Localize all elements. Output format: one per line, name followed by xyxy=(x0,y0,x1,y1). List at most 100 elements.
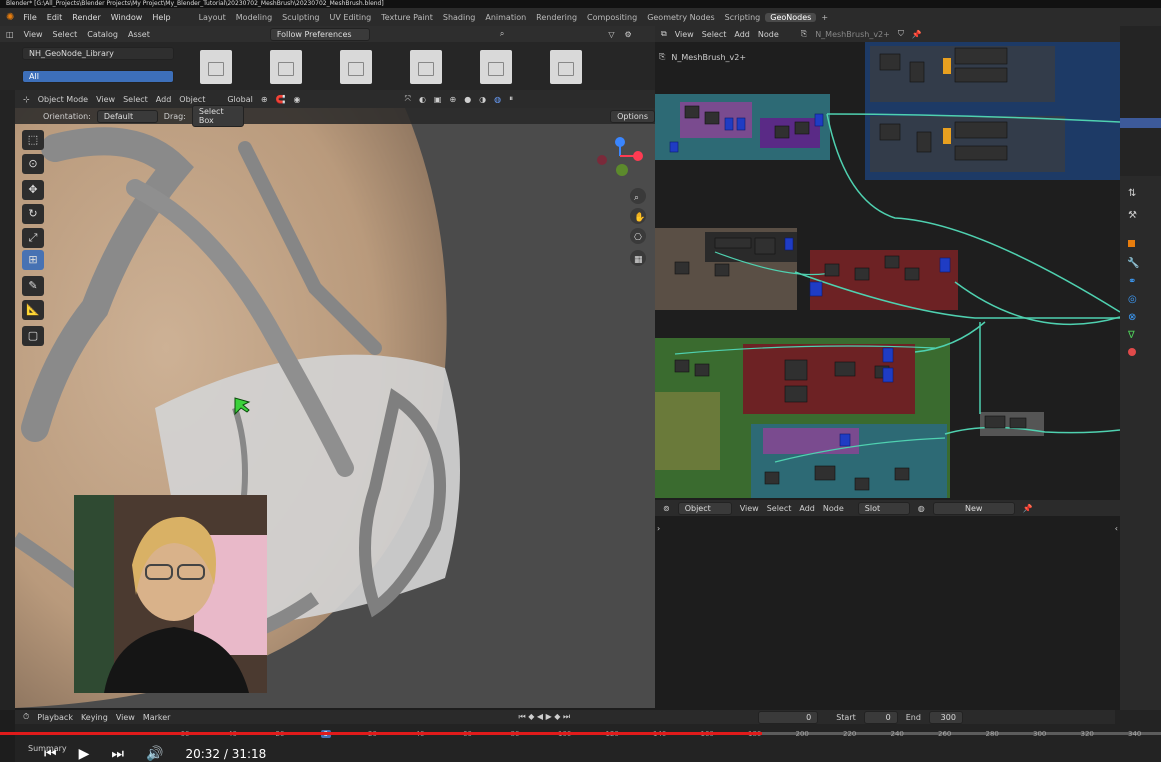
play-icon[interactable]: ▶ xyxy=(79,746,90,762)
node-editor-canvas[interactable]: ⎘ N_MeshBrush_v2+ xyxy=(655,42,1120,500)
menu-window[interactable]: Window xyxy=(106,13,148,22)
shader-menu-add[interactable]: Add xyxy=(799,504,815,513)
tab-animation[interactable]: Animation xyxy=(480,13,531,22)
timeline-menu-view[interactable]: View xyxy=(116,713,135,722)
volume-icon[interactable]: 🔊 xyxy=(146,746,163,762)
asset-thumbnail[interactable] xyxy=(200,50,232,84)
material-icon[interactable]: ◍ xyxy=(918,504,925,513)
shader-menu-node[interactable]: Node xyxy=(823,504,844,513)
tab-sculpting[interactable]: Sculpting xyxy=(277,13,324,22)
object-mode-dropdown[interactable]: Object Mode xyxy=(38,95,88,104)
shading-solid-icon[interactable]: ● xyxy=(464,95,471,104)
previous-icon[interactable]: ⏮ xyxy=(44,746,57,762)
shader-menu-select[interactable]: Select xyxy=(767,504,792,513)
pin-icon[interactable]: 📌 xyxy=(912,30,922,39)
tab-modeling[interactable]: Modeling xyxy=(231,13,277,22)
fake-user-icon[interactable]: ⛉ xyxy=(898,29,904,39)
xray-icon[interactable]: ▣ xyxy=(434,95,442,104)
pin-icon[interactable]: 📌 xyxy=(1023,504,1033,513)
node-menu-add[interactable]: Add xyxy=(734,30,750,39)
viewport-menu-add[interactable]: Add xyxy=(156,95,172,104)
viewport-menu-select[interactable]: Select xyxy=(123,95,148,104)
start-frame-field[interactable]: 0 xyxy=(863,710,898,724)
asset-thumbnail[interactable] xyxy=(480,50,512,84)
search-icon[interactable]: ⌕ xyxy=(500,29,504,39)
node-menu-select[interactable]: Select xyxy=(702,30,727,39)
tab-scripting[interactable]: Scripting xyxy=(720,13,766,22)
transform-orientation-dropdown[interactable]: Global xyxy=(227,95,253,104)
asset-menu-select[interactable]: Select xyxy=(53,30,78,39)
scale-tool-icon[interactable]: ⤢ xyxy=(22,228,44,248)
annotate-tool-icon[interactable]: ✎ xyxy=(22,276,44,296)
new-material-button[interactable]: New xyxy=(932,501,1015,515)
playback-controls[interactable]: ⏮ ◆ ◀ ▶ ◆ ⏭ xyxy=(518,712,570,722)
menu-render[interactable]: Render xyxy=(67,13,105,22)
next-icon[interactable]: ⏭ xyxy=(111,746,124,762)
move-tool-icon[interactable]: ✥ xyxy=(22,180,44,200)
orientation-dropdown[interactable]: Default xyxy=(96,109,158,123)
asset-menu-catalog[interactable]: Catalog xyxy=(87,30,118,39)
options-dropdown[interactable]: Options xyxy=(610,109,655,123)
drag-dropdown[interactable]: Select Box xyxy=(191,105,245,127)
asset-menu-asset[interactable]: Asset xyxy=(128,30,150,39)
filter-icon[interactable]: ▽ xyxy=(608,30,614,39)
editor-type-icon[interactable]: ◫ xyxy=(6,30,14,39)
viewport-menu-view[interactable]: View xyxy=(96,95,115,104)
editor-type-icon[interactable]: ⏱ xyxy=(23,712,29,722)
menu-help[interactable]: Help xyxy=(147,13,175,22)
sidebar-toggle-icon[interactable]: ‹ xyxy=(1115,524,1118,533)
import-method-dropdown[interactable]: Follow Preferences xyxy=(269,27,370,41)
timeline-menu-marker[interactable]: Marker xyxy=(143,713,171,722)
tab-layout[interactable]: Layout xyxy=(194,13,231,22)
tab-texture-paint[interactable]: Texture Paint xyxy=(376,13,438,22)
cursor-tool-icon[interactable]: ⊙ xyxy=(22,154,44,174)
sidebar-toggle-icon[interactable]: › xyxy=(657,524,660,533)
shading-material-icon[interactable]: ◑ xyxy=(479,95,486,104)
slot-dropdown[interactable]: Slot xyxy=(857,501,910,515)
transform-tool-icon[interactable]: ⊞ xyxy=(22,250,44,270)
gizmo-icon[interactable]: ⤧ xyxy=(405,94,411,104)
node-menu-node[interactable]: Node xyxy=(758,30,779,39)
shader-editor-canvas[interactable]: › ‹ xyxy=(655,516,1120,710)
add-workspace-icon[interactable]: + xyxy=(816,13,833,22)
shading-rendered-icon[interactable]: ◍ xyxy=(494,95,501,104)
overlay-icon[interactable]: ◐ xyxy=(419,95,426,104)
asset-thumbnail[interactable] xyxy=(550,50,582,84)
add-cube-tool-icon[interactable]: ▢ xyxy=(22,326,44,346)
asset-menu-view[interactable]: View xyxy=(24,30,43,39)
timeline-menu-keying[interactable]: Keying xyxy=(81,713,108,722)
current-frame-field[interactable]: 0 xyxy=(758,710,819,724)
tab-shading[interactable]: Shading xyxy=(438,13,481,22)
menu-file[interactable]: File xyxy=(18,13,41,22)
shader-type-dropdown[interactable]: Object xyxy=(677,501,732,515)
pause-icon[interactable]: ⏸ xyxy=(509,94,513,104)
node-tree-name[interactable]: N_MeshBrush_v2+ xyxy=(815,30,890,39)
snap-icon[interactable]: 🧲 xyxy=(276,95,286,104)
editor-type-icon[interactable]: ⊹ xyxy=(23,95,30,104)
measure-tool-icon[interactable]: 📐 xyxy=(22,300,44,320)
shader-menu-view[interactable]: View xyxy=(740,504,759,513)
navigation-gizmo[interactable]: ⌕ ✋ ⎔ ▦ xyxy=(590,130,650,280)
library-dropdown[interactable]: NH_GeoNode_Library xyxy=(22,47,174,60)
rotate-tool-icon[interactable]: ↻ xyxy=(22,204,44,224)
timeline-menu-playback[interactable]: Playback xyxy=(37,713,73,722)
gear-icon[interactable]: ⚙ xyxy=(624,30,631,39)
editor-type-icon[interactable]: ⊚ xyxy=(663,504,670,513)
shading-wireframe-icon[interactable]: ⊕ xyxy=(449,95,456,104)
proportional-edit-icon[interactable]: ◉ xyxy=(294,95,301,104)
asset-thumbnail[interactable] xyxy=(270,50,302,84)
catalog-all[interactable]: All xyxy=(22,70,174,83)
tab-compositing[interactable]: Compositing xyxy=(582,13,642,22)
asset-thumbnail[interactable] xyxy=(340,50,372,84)
viewport-menu-object[interactable]: Object xyxy=(179,95,205,104)
tab-geometry-nodes[interactable]: Geometry Nodes xyxy=(642,13,719,22)
pivot-icon[interactable]: ⊕ xyxy=(261,95,268,104)
tab-geonodes[interactable]: GeoNodes xyxy=(765,12,817,22)
menu-edit[interactable]: Edit xyxy=(42,13,68,22)
node-menu-view[interactable]: View xyxy=(675,30,694,39)
tab-uv-editing[interactable]: UV Editing xyxy=(325,13,377,22)
blender-logo-icon[interactable]: ✺ xyxy=(6,12,14,23)
tab-rendering[interactable]: Rendering xyxy=(531,13,582,22)
asset-thumbnail[interactable] xyxy=(410,50,442,84)
end-frame-field[interactable]: 300 xyxy=(928,710,963,724)
